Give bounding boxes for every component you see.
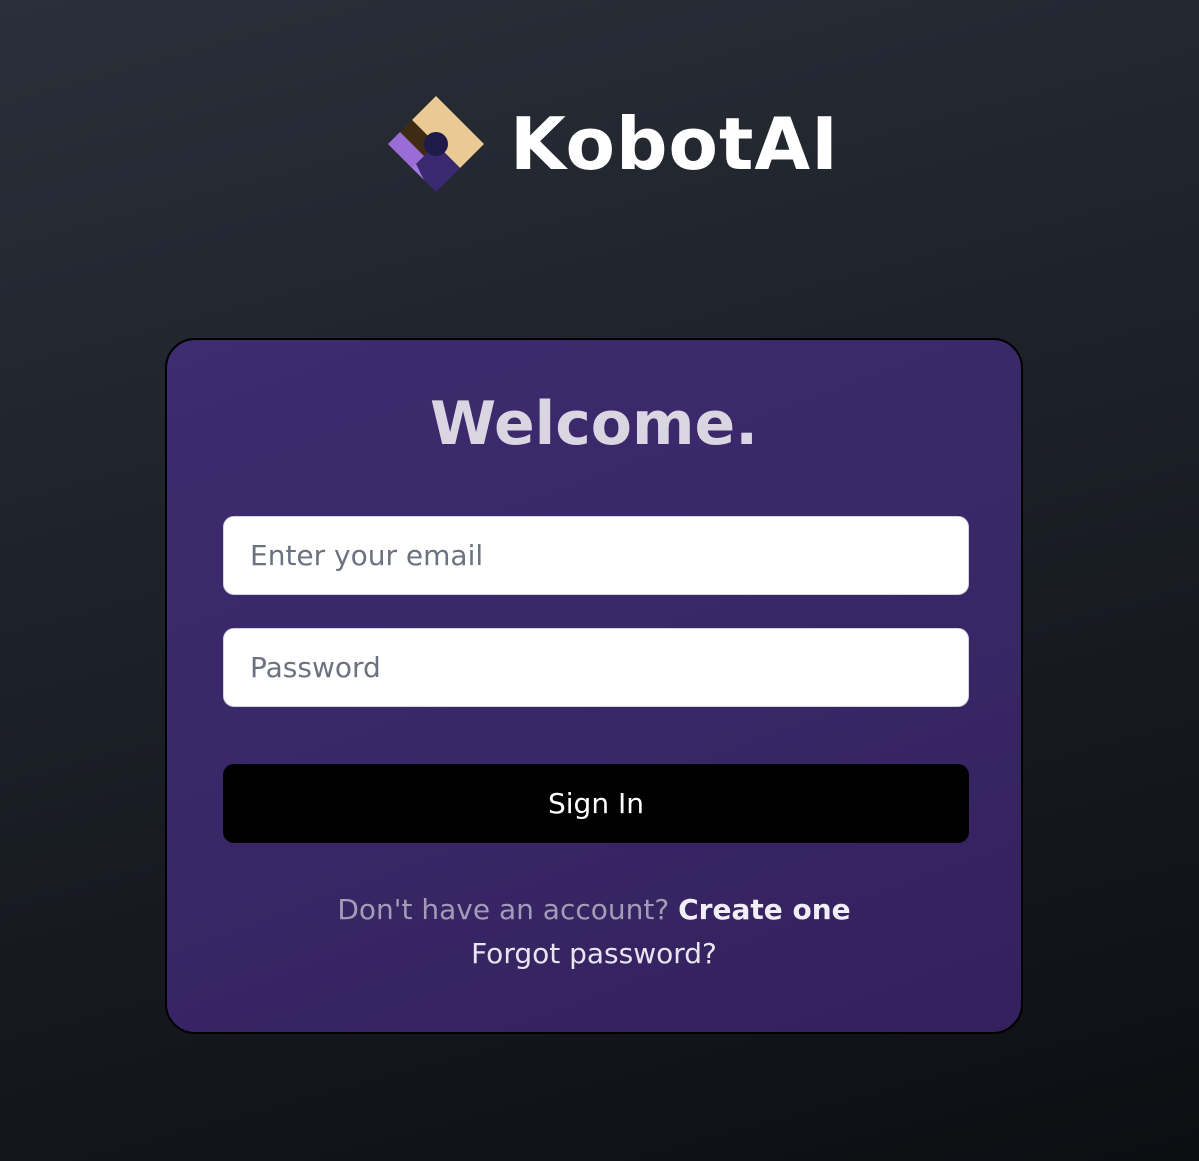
diamond-logo-icon xyxy=(388,96,484,192)
login-card: Welcome. Sign In Don't have an account? … xyxy=(165,338,1023,1034)
welcome-title: Welcome. xyxy=(429,389,759,459)
signup-prompt: Don't have an account? xyxy=(337,893,670,926)
email-input[interactable] xyxy=(223,516,969,595)
create-account-link[interactable]: Create one xyxy=(678,893,851,926)
brand-name: KobotAI xyxy=(510,102,839,186)
signup-line: Don't have an account? Create one xyxy=(167,894,1021,926)
sign-in-button[interactable]: Sign In xyxy=(223,764,969,843)
forgot-line: Forgot password? xyxy=(167,938,1021,970)
password-input[interactable] xyxy=(223,628,969,707)
forgot-password-link[interactable]: Forgot password? xyxy=(471,937,717,970)
brand-header: KobotAI xyxy=(386,92,839,196)
